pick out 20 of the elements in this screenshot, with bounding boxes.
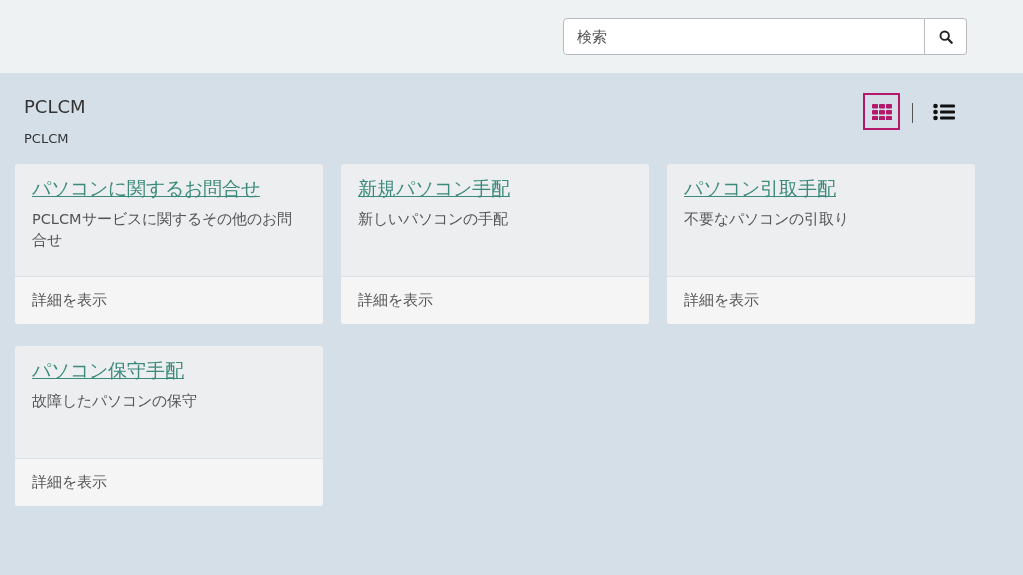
search-icon	[938, 29, 953, 44]
card-title-link[interactable]: 新規パソコン手配	[358, 176, 632, 202]
details-link[interactable]: 詳細を表示	[32, 291, 107, 310]
card-description: 不要なパソコンの引取り	[684, 210, 850, 229]
details-link[interactable]: 詳細を表示	[32, 473, 107, 492]
details-link[interactable]: 詳細を表示	[358, 291, 433, 310]
list-icon	[932, 102, 955, 121]
card-title-link[interactable]: パソコンに関するお問合せ	[32, 176, 306, 202]
details-link[interactable]: 詳細を表示	[684, 291, 759, 310]
page-subtitle: PCLCM	[24, 131, 70, 146]
search-button[interactable]	[925, 18, 967, 55]
card-description: PCLCMサービスに関するその他のお問合せ	[32, 210, 293, 250]
card-title-link[interactable]: パソコン引取手配	[684, 176, 958, 202]
grid-icon	[871, 103, 892, 120]
card-description: 故障したパソコンの保守	[32, 392, 198, 411]
search-field[interactable]: 検索	[563, 18, 925, 55]
page-title: PCLCM	[24, 96, 86, 117]
grid-view-button[interactable]	[863, 93, 900, 130]
card-description: 新しいパソコンの手配	[358, 210, 509, 229]
card-title-link[interactable]: パソコン保守手配	[32, 358, 306, 384]
